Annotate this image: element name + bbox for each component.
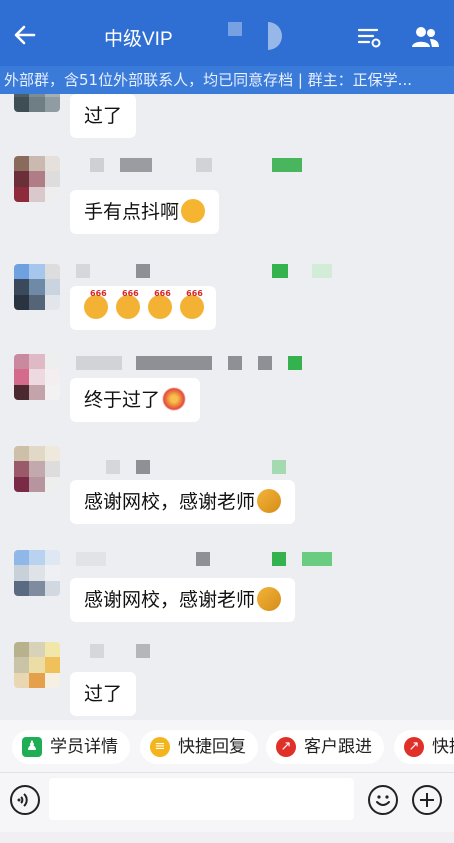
chip-label: 快捷回复: [178, 737, 246, 757]
message-text: 过了: [84, 683, 123, 705]
group-members-icon[interactable]: [410, 24, 440, 50]
message-bubble[interactable]: 终于过了: [70, 378, 201, 422]
message-bubble[interactable]: 感谢网校，感谢老师: [70, 480, 296, 524]
chip-label: 学员详情: [50, 737, 118, 757]
avatar[interactable]: [14, 642, 60, 688]
avatar[interactable]: [14, 550, 60, 596]
person-icon: ♟: [22, 737, 42, 757]
chat-header: 中级VIP: [0, 0, 454, 66]
student-details-button[interactable]: ♟ 学员详情: [12, 730, 130, 764]
666-emoji-icon: 666: [116, 289, 141, 319]
sender-name-blurred: [76, 644, 336, 658]
message-input[interactable]: [49, 778, 354, 820]
message-bubble[interactable]: 过了: [70, 672, 137, 716]
follow-up-icon: ↗: [404, 737, 424, 757]
bottom-strip: [0, 832, 454, 843]
back-arrow-icon[interactable]: [12, 22, 38, 48]
group-notice: 外部群，含51位外部联系人，均已同意存档 | 群主：正保学...: [0, 66, 454, 94]
chat-title: 中级VIP: [104, 29, 173, 50]
input-bar: [0, 772, 454, 832]
666-emoji-icon: 666: [84, 289, 108, 319]
emoji-icon[interactable]: [368, 785, 398, 815]
shortcut-bar: ♟ 学员详情 ≡ 快捷回复 ↗ 客户跟进 ↗ 快捷: [0, 720, 454, 772]
sweat-laugh-emoji-icon: [181, 198, 206, 223]
voice-input-icon[interactable]: [10, 785, 40, 815]
blurred-title-part: [268, 22, 282, 50]
chip-label: 客户跟进: [304, 737, 372, 757]
sender-name-blurred: [76, 552, 336, 566]
avatar[interactable]: [14, 354, 60, 400]
message-text: 过了: [84, 105, 123, 127]
message-text: 感谢网校，感谢老师: [84, 589, 256, 611]
avatar[interactable]: [14, 446, 60, 492]
666-emoji-icon: 666: [148, 289, 173, 319]
avatar[interactable]: [14, 264, 60, 310]
sender-name-blurred: [76, 356, 336, 370]
plus-icon[interactable]: [412, 785, 442, 815]
message-bubble[interactable]: 手有点抖啊: [70, 190, 220, 234]
avatar[interactable]: [14, 94, 60, 112]
message-bubble[interactable]: 666 666 666 666: [70, 286, 217, 330]
group-settings-icon[interactable]: [356, 24, 382, 50]
blurred-title-part: [228, 22, 242, 36]
avatar[interactable]: [14, 156, 60, 202]
message-text: 感谢网校，感谢老师: [84, 491, 256, 513]
fireworks-emoji-icon: [162, 386, 187, 411]
sender-name-blurred: [76, 264, 336, 278]
quick-reply-icon: ≡: [150, 737, 170, 757]
follow-up-icon: ↗: [276, 737, 296, 757]
message-text: 终于过了: [84, 389, 161, 411]
applause-hand-emoji-icon: [257, 488, 282, 513]
message-list[interactable]: 过了 手有点抖啊 666 666 666 666 终于过了 感谢网校，感谢老师 …: [0, 94, 454, 718]
applause-hand-emoji-icon: [257, 586, 282, 611]
sender-name-blurred: [76, 460, 336, 474]
666-emoji-icon: 666: [180, 289, 205, 319]
shortcut-button-partial[interactable]: ↗ 快捷: [394, 730, 454, 764]
message-bubble[interactable]: 过了: [70, 94, 137, 138]
customer-follow-up-button[interactable]: ↗ 客户跟进: [266, 730, 384, 764]
message-text: 手有点抖啊: [84, 201, 180, 223]
quick-reply-button[interactable]: ≡ 快捷回复: [140, 730, 258, 764]
sender-name-blurred: [76, 158, 336, 172]
chip-label: 快捷: [432, 737, 454, 757]
message-bubble[interactable]: 感谢网校，感谢老师: [70, 578, 296, 622]
